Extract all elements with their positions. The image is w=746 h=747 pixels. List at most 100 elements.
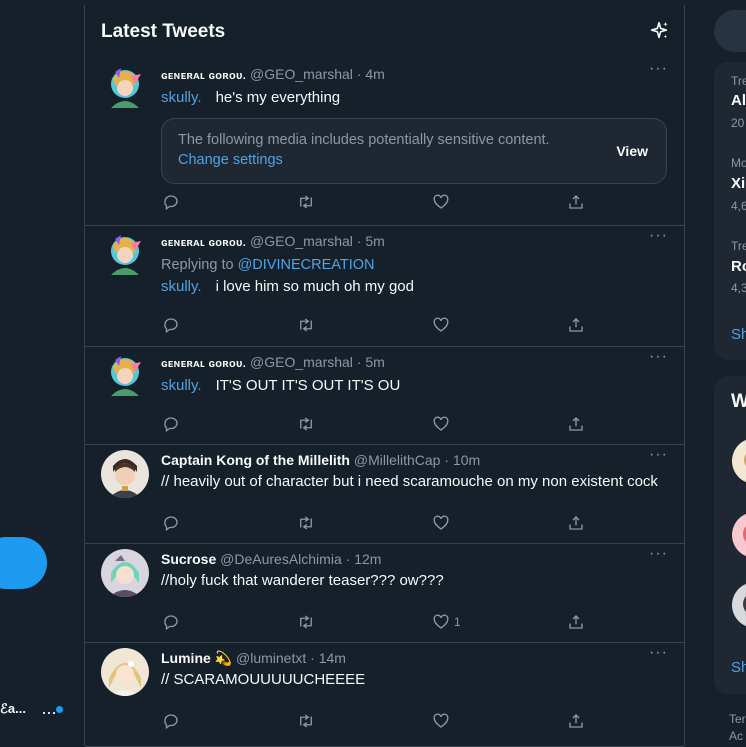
trend-count: 4,6 (731, 199, 746, 213)
avatar[interactable] (732, 512, 746, 558)
tweet-time[interactable]: 5m (365, 354, 384, 370)
tweet[interactable]: Captain Kong of the Millelith @Millelith… (85, 444, 684, 544)
tweet-text: // heavily out of character but i need s… (161, 473, 658, 490)
tweet-actions: 1 (161, 613, 601, 633)
dot-separator: · (356, 354, 362, 370)
tweet-tag: skully. (161, 377, 202, 394)
sparkle-icon[interactable] (648, 20, 670, 42)
notification-dot (56, 706, 63, 713)
reply-icon[interactable] (162, 415, 182, 435)
tweet-actions (161, 316, 601, 336)
view-button[interactable]: View (616, 143, 648, 159)
change-settings-link[interactable]: Change settings (178, 152, 283, 168)
reply-icon[interactable] (162, 514, 182, 534)
tweet-author[interactable]: Sucrose (161, 551, 216, 567)
tweet-author[interactable]: ɢᴇɴᴇʀᴀʟ ɢᴏʀᴏᴜ. (161, 237, 246, 249)
search-input[interactable] (714, 10, 746, 52)
tweet-time[interactable]: 4m (365, 66, 384, 82)
reply-icon[interactable] (162, 613, 182, 633)
like-icon[interactable] (432, 712, 452, 732)
like-icon[interactable] (432, 193, 452, 213)
retweet-icon[interactable] (297, 712, 317, 732)
tweet-text: i love him so much oh my god (215, 278, 414, 295)
retweet-icon[interactable] (297, 316, 317, 336)
share-icon[interactable] (567, 193, 587, 213)
tweet-author[interactable]: Captain Kong of the Millelith (161, 452, 350, 468)
tweet-handle[interactable]: @luminetxt (236, 650, 306, 666)
tweet-handle[interactable]: @DeAuresAlchimia (220, 551, 342, 567)
tweet[interactable]: Lumine 💫 @luminetxt · 14m // SCARAMOUUUU… (85, 642, 684, 747)
more-icon[interactable]: ··· (649, 545, 668, 563)
tweet[interactable]: Sucrose @DeAuresAlchimia · 12m //holy fu… (85, 543, 684, 643)
like-icon[interactable] (432, 316, 452, 336)
tweet[interactable]: ɢᴇɴᴇʀᴀʟ ɢᴏʀᴏᴜ. @GEO_marshal · 4m skully.… (85, 58, 684, 226)
account-name[interactable]: ℰa... (0, 701, 26, 717)
left-sidebar: ℰa... ··· (0, 0, 84, 746)
tweet[interactable]: ɢᴇɴᴇʀᴀʟ ɢᴏʀᴏᴜ. @GEO_marshal · 5m skully.… (85, 346, 684, 445)
tweet-author[interactable]: Lumine 💫 (161, 650, 232, 666)
reply-icon[interactable] (162, 193, 182, 213)
tweet-time[interactable]: 5m (365, 233, 384, 249)
trend-count: 20 (731, 116, 745, 130)
avatar[interactable] (732, 438, 746, 484)
dot-separator: · (310, 650, 315, 666)
timeline: Latest Tweets ɢᴇɴᴇʀᴀʟ ɢᴏʀᴏᴜ. @GEO_marsha… (84, 5, 685, 747)
tweet-button[interactable] (0, 537, 47, 589)
tweet-handle[interactable]: @MillelithCap (354, 452, 441, 468)
more-icon[interactable]: ··· (649, 227, 668, 245)
tweet-time[interactable]: 14m (319, 650, 346, 666)
reply-icon[interactable] (162, 712, 182, 732)
sensitive-media-warning: The following media includes potentially… (161, 118, 667, 184)
footer-link[interactable]: Ter (729, 712, 746, 726)
tweet[interactable]: ɢᴇɴᴇʀᴀʟ ɢᴏʀᴏᴜ. @GEO_marshal · 5m Replyin… (85, 225, 684, 347)
avatar[interactable] (101, 231, 149, 279)
share-icon[interactable] (567, 316, 587, 336)
retweet-icon[interactable] (297, 613, 317, 633)
footer-link[interactable]: Ac (729, 729, 743, 743)
more-icon[interactable]: ··· (649, 60, 668, 78)
avatar[interactable] (101, 64, 149, 112)
share-icon[interactable] (567, 712, 587, 732)
avatar[interactable] (732, 582, 746, 628)
share-icon[interactable] (567, 514, 587, 534)
who-to-follow-title: W (731, 391, 746, 412)
more-icon[interactable]: ··· (649, 644, 668, 662)
like-icon[interactable] (432, 514, 452, 534)
retweet-icon[interactable] (297, 514, 317, 534)
show-more-link[interactable]: Sh (731, 659, 746, 676)
tweet-actions (161, 415, 601, 435)
trend-name[interactable]: Xi (731, 175, 745, 192)
tweet-handle[interactable]: @GEO_marshal (250, 354, 353, 370)
share-icon[interactable] (567, 415, 587, 435)
retweet-icon[interactable] (297, 415, 317, 435)
tweet-author[interactable]: ɢᴇɴᴇʀᴀʟ ɢᴏʀᴏᴜ. (161, 70, 246, 82)
trend-name[interactable]: Ro (731, 258, 746, 275)
replying-to-link[interactable]: @DIVINECREATION (238, 257, 375, 273)
tweet-author[interactable]: ɢᴇɴᴇʀᴀʟ ɢᴏʀᴏᴜ. (161, 358, 246, 370)
replying-to: Replying to @DIVINECREATION (161, 255, 668, 275)
tweet-time[interactable]: 12m (354, 551, 381, 567)
like-icon[interactable]: 1 (432, 613, 461, 633)
avatar[interactable] (101, 648, 149, 696)
account-more-icon[interactable]: ··· (41, 703, 57, 721)
tweet-tag: skully. (161, 278, 202, 295)
tweet-actions (161, 514, 601, 534)
reply-icon[interactable] (162, 316, 182, 336)
avatar[interactable] (101, 352, 149, 400)
tweet-text: he's my everything (215, 89, 341, 106)
more-icon[interactable]: ··· (649, 348, 668, 366)
tweet-text: IT'S OUT IT'S OUT IT'S OU (215, 377, 401, 394)
tweet-time[interactable]: 10m (453, 452, 480, 468)
like-icon[interactable] (432, 415, 452, 435)
tweet-handle[interactable]: @GEO_marshal (250, 233, 353, 249)
share-icon[interactable] (567, 613, 587, 633)
tweet-handle[interactable]: @GEO_marshal (250, 66, 353, 82)
right-sidebar: Tre Al 20 Mo Xi 4,6 Tre Ro 4,3 Sh W Sh T… (700, 0, 746, 746)
trend-name[interactable]: Al (731, 92, 746, 109)
retweet-icon[interactable] (297, 193, 317, 213)
more-icon[interactable]: ··· (649, 446, 668, 464)
avatar[interactable] (101, 450, 149, 498)
show-more-link[interactable]: Sh (731, 326, 746, 343)
tweet-text: //holy fuck that wanderer teaser??? ow??… (161, 572, 444, 589)
avatar[interactable] (101, 549, 149, 597)
